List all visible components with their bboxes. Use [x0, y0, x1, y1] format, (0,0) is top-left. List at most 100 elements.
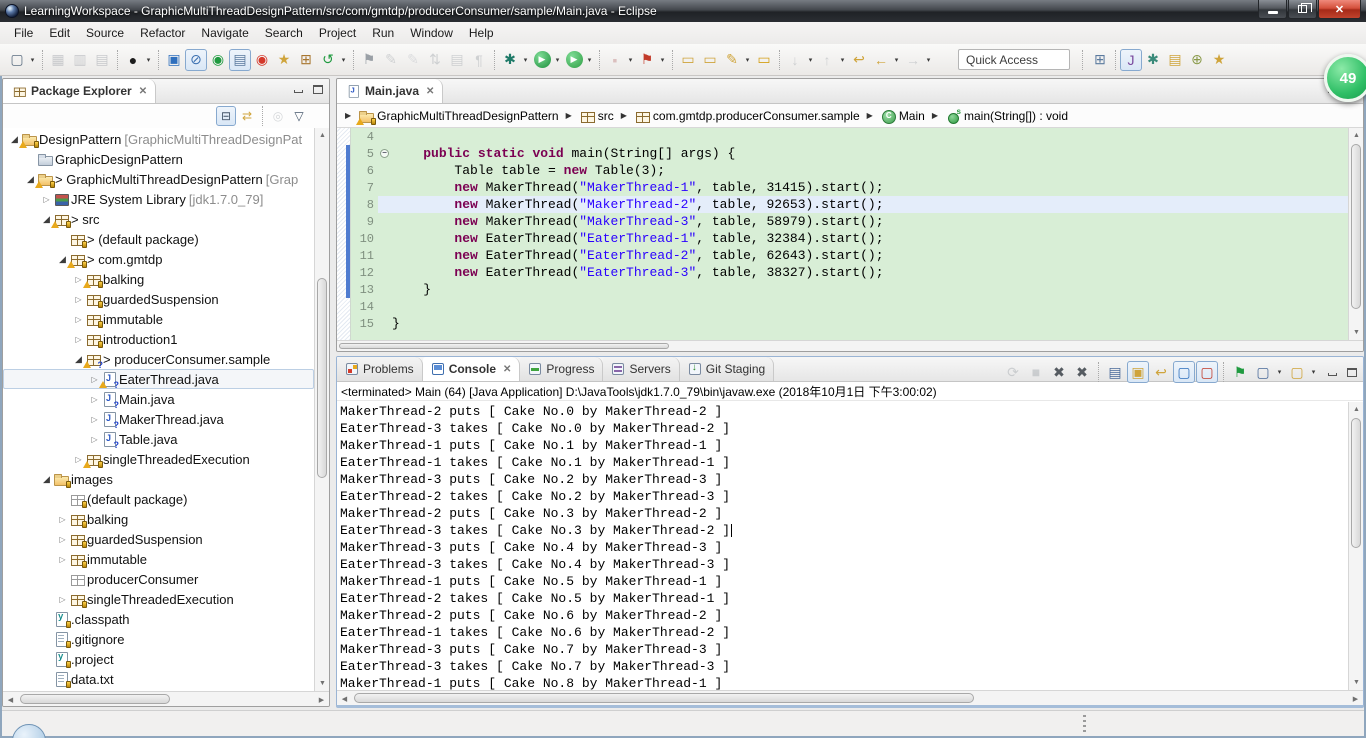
- debug-perspective-icon[interactable]: ✱: [1142, 49, 1164, 71]
- tree-item-balking[interactable]: ▷ balking: [3, 269, 314, 289]
- profile-dropdown-icon[interactable]: ▾: [658, 56, 667, 64]
- tree-item-.gitignore[interactable]: .gitignore: [3, 629, 314, 649]
- view-minimize-button[interactable]: [291, 83, 305, 96]
- tree-item-producerconsumer[interactable]: producerConsumer: [3, 569, 314, 589]
- tree-item-table.java[interactable]: ▷?Table.java: [3, 429, 314, 451]
- link-with-editor-icon[interactable]: ⇄: [237, 106, 257, 126]
- code-line-11[interactable]: 11 new EaterThread("EaterThread-2", tabl…: [337, 247, 1348, 264]
- tree-item-introduction1[interactable]: ▷ introduction1: [3, 329, 314, 349]
- tree-item-singlethreadedexecution[interactable]: ▷ singleThreadedExecution: [3, 449, 314, 469]
- view-close-icon[interactable]: ✕: [139, 86, 147, 97]
- collapsed-arrow-icon[interactable]: ▷: [56, 535, 69, 544]
- run-history-dropdown-icon[interactable]: ▾: [626, 56, 635, 64]
- open-console-icon[interactable]: ▢: [1286, 361, 1308, 383]
- pin-editor-icon[interactable]: ⚑: [358, 49, 380, 71]
- git-perspective-icon[interactable]: ⊕: [1186, 49, 1208, 71]
- coverage-icon[interactable]: ▶: [563, 49, 585, 71]
- code-line-9[interactable]: 9 new MakerThread("MakerThread-3", table…: [337, 213, 1348, 230]
- profile-icon[interactable]: ⚑: [636, 49, 658, 71]
- fold-collapse-icon[interactable]: −: [378, 145, 392, 162]
- breadcrumb-item[interactable]: GraphicMultiThreadDesignPattern: [355, 107, 561, 125]
- menu-run[interactable]: Run: [364, 24, 402, 42]
- scrollbar-thumb[interactable]: [354, 693, 974, 703]
- display-console-dropdown-icon[interactable]: ▾: [1275, 368, 1284, 376]
- next-annotation-dropdown-icon[interactable]: ▾: [806, 56, 815, 64]
- breadcrumb-item[interactable]: Main: [877, 107, 928, 125]
- profile-mode-icon[interactable]: ◉: [251, 49, 273, 71]
- view-maximize-button[interactable]: [311, 83, 325, 96]
- tree-item-designpattern[interactable]: ◢ DesignPattern [GraphicMultiThreadDesignP…: [3, 129, 314, 149]
- editor-horizontal-scrollbar[interactable]: [337, 340, 1363, 351]
- console-minimize-button[interactable]: [1325, 366, 1339, 379]
- pointer-mode-icon[interactable]: ⊘: [185, 48, 207, 71]
- remote-system-icon[interactable]: ▣: [163, 49, 185, 71]
- close-button[interactable]: ✕: [1318, 0, 1361, 19]
- scroll-right-icon[interactable]: ▶: [1348, 691, 1363, 705]
- tree-item-makerthread.java[interactable]: ▷?MakerThread.java: [3, 409, 314, 431]
- code-line-15[interactable]: 15}: [337, 315, 1348, 332]
- console-output[interactable]: MakerThread-2 puts [ Cake No.0 by MakerT…: [337, 402, 1348, 690]
- team-perspective-icon[interactable]: ★: [1208, 49, 1230, 71]
- package-explorer-tab[interactable]: Package Explorer ✕: [3, 79, 157, 103]
- code-line-8[interactable]: 8 new MakerThread("MakerThread-2", table…: [337, 196, 1348, 213]
- resource-perspective-icon[interactable]: ▤: [1164, 49, 1186, 71]
- tree-item-balking[interactable]: ▷ balking: [3, 509, 314, 529]
- tab-close-icon[interactable]: ✕: [426, 86, 434, 97]
- collapse-all-icon[interactable]: ⊟: [216, 106, 236, 126]
- clear-console-icon[interactable]: ▤: [1104, 361, 1126, 383]
- menu-search[interactable]: Search: [257, 24, 311, 42]
- code-line-7[interactable]: 7 new MakerThread("MakerThread-1", table…: [337, 179, 1348, 196]
- menu-source[interactable]: Source: [78, 24, 132, 42]
- tree-item-src[interactable]: ◢ > src: [3, 209, 314, 229]
- scroll-up-icon[interactable]: ▲: [1349, 128, 1363, 143]
- menu-navigate[interactable]: Navigate: [193, 24, 256, 42]
- minimize-button[interactable]: [1258, 0, 1287, 19]
- tree-item-graphicdesignpattern[interactable]: GraphicDesignPattern: [3, 149, 314, 169]
- tree-item-guardedsuspension[interactable]: ▷ guardedSuspension: [3, 529, 314, 549]
- tree-item-immutable[interactable]: ▷ immutable: [3, 309, 314, 329]
- menu-file[interactable]: File: [6, 24, 41, 42]
- collapsed-arrow-icon[interactable]: ▷: [88, 415, 101, 424]
- breadcrumb-item[interactable]: src: [576, 107, 617, 125]
- menu-help[interactable]: Help: [461, 24, 502, 42]
- back-dropdown-icon[interactable]: ▾: [892, 56, 901, 64]
- coverage-dropdown-icon[interactable]: ▾: [585, 56, 594, 64]
- new-wizard-icon[interactable]: ▢: [6, 49, 28, 71]
- tree-item-default-package[interactable]: (default package): [3, 489, 314, 509]
- breadcrumb-item[interactable]: main(String[]) : void: [942, 107, 1071, 125]
- forward-dropdown-icon[interactable]: ▾: [924, 56, 933, 64]
- code-line-13[interactable]: 13 }: [337, 281, 1348, 298]
- tree-item-jre-system-library[interactable]: ▷ JRE System Library [jdk1.7.0_79]: [3, 189, 314, 209]
- java-perspective-icon[interactable]: J: [1120, 48, 1142, 71]
- tree-item-images[interactable]: ◢ images: [3, 469, 314, 489]
- statusbar-drag-handle[interactable]: [1083, 715, 1086, 733]
- garbage-collect-dropdown-icon[interactable]: ▾: [339, 56, 348, 64]
- menu-window[interactable]: Window: [402, 24, 461, 42]
- toggle-mark-occurrences-icon[interactable]: ✎: [721, 49, 743, 71]
- menu-refactor[interactable]: Refactor: [132, 24, 193, 42]
- open-task-icon[interactable]: ▭: [699, 49, 721, 71]
- expanded-arrow-icon[interactable]: ◢: [40, 474, 53, 485]
- tree-item-main.java[interactable]: ▷?Main.java: [3, 389, 314, 411]
- debug-icon[interactable]: ✱: [499, 49, 521, 71]
- collapsed-arrow-icon[interactable]: ▷: [72, 295, 85, 304]
- code-editor[interactable]: 4 5− public static void main(String[] arg…: [337, 128, 1348, 340]
- quick-access-box[interactable]: Quick Access: [958, 49, 1070, 70]
- collapsed-arrow-icon[interactable]: ▷: [56, 595, 69, 604]
- tab-console[interactable]: Console ✕: [422, 357, 521, 381]
- code-line-14[interactable]: 14: [337, 298, 1348, 315]
- scroll-up-icon[interactable]: ▲: [315, 128, 329, 143]
- scroll-left-icon[interactable]: ◀: [337, 691, 352, 705]
- garbage-collect-icon[interactable]: ↺: [317, 49, 339, 71]
- menu-edit[interactable]: Edit: [41, 24, 78, 42]
- user-profile-dropdown-icon[interactable]: ▾: [144, 56, 153, 64]
- scroll-down-icon[interactable]: ▼: [1349, 675, 1363, 690]
- tab-close-icon[interactable]: ✕: [503, 364, 511, 375]
- remove-launch-icon[interactable]: ✖: [1048, 361, 1070, 383]
- open-perspective-icon[interactable]: ⊞: [1089, 49, 1111, 71]
- collapsed-arrow-icon[interactable]: ▷: [56, 515, 69, 524]
- run-icon[interactable]: ▶: [531, 49, 553, 71]
- code-line-12[interactable]: 12 new EaterThread("EaterThread-3", tabl…: [337, 264, 1348, 281]
- tab-servers[interactable]: Servers: [603, 357, 680, 381]
- console-horizontal-scrollbar[interactable]: ◀ ▶: [337, 690, 1363, 705]
